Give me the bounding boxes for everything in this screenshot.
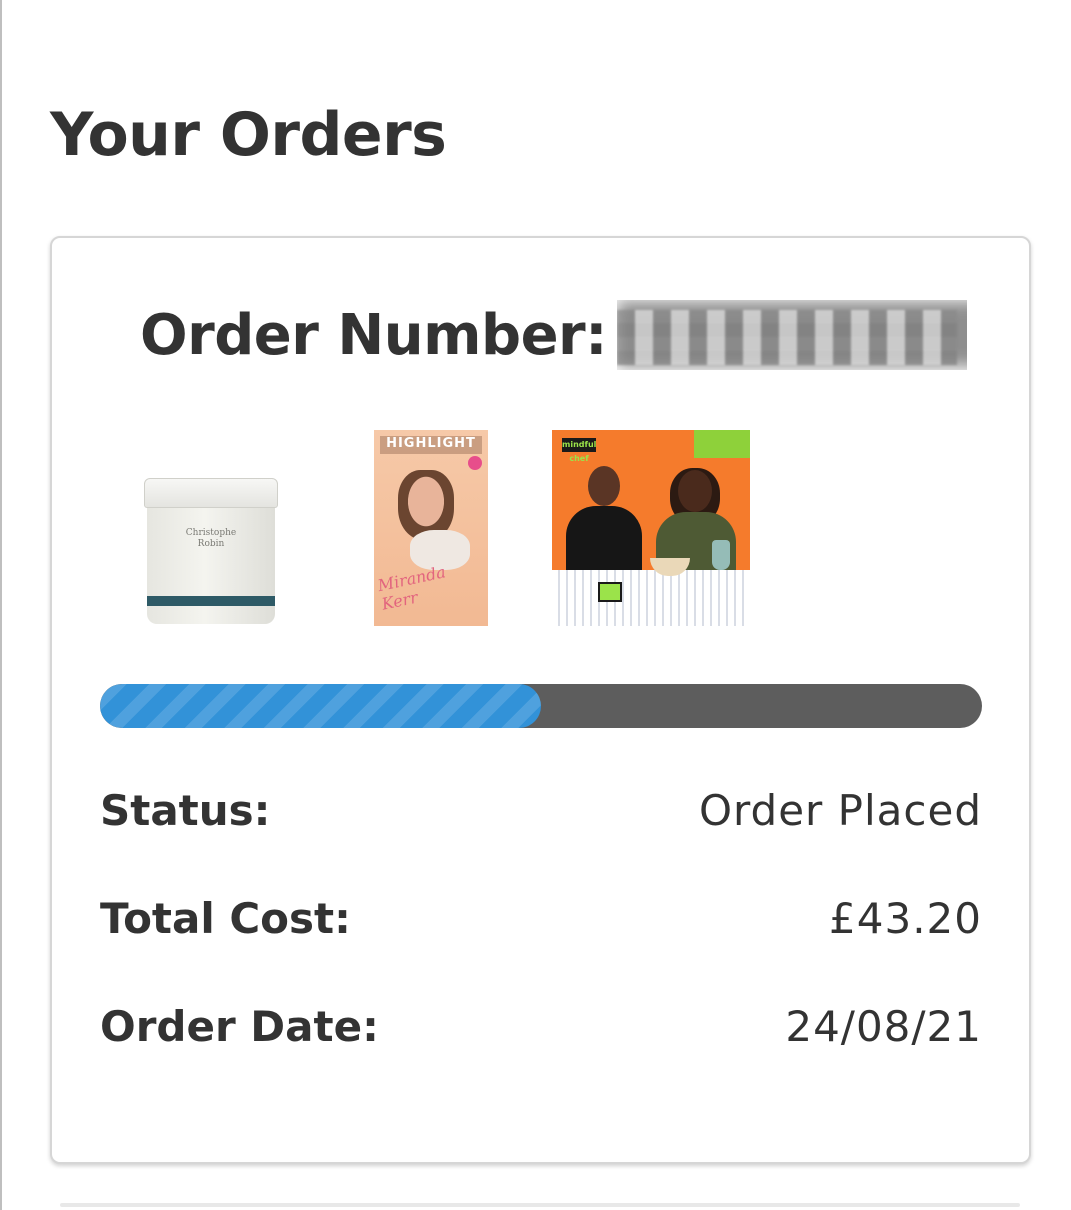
- magazine-masthead: HIGHLIGHT: [380, 436, 482, 454]
- jar-band: [147, 596, 275, 606]
- left-edge-rule: [0, 0, 2, 1210]
- photo-person-left: [566, 466, 642, 576]
- page-title: Your Orders: [50, 100, 447, 170]
- magazine-badge: [468, 456, 482, 470]
- magazine-cover-product-image[interactable]: HIGHLIGHT Miranda Kerr: [374, 430, 488, 626]
- total-cost-row: Total Cost: £43.20: [100, 890, 982, 946]
- meal-kit-photo-product-image[interactable]: mindful chef: [552, 430, 750, 626]
- photo-tablecloth: [552, 570, 750, 626]
- order-card[interactable]: Order Number: ██████████ Christophe Robi…: [50, 236, 1031, 1164]
- order-number-value-redacted: ██████████: [617, 300, 967, 370]
- next-card-edge: [60, 1203, 1020, 1207]
- pixelation-overlay: [617, 310, 958, 365]
- status-value: Order Placed: [698, 785, 982, 835]
- total-cost-value: £43.20: [829, 893, 982, 943]
- jar-lid: [144, 478, 278, 508]
- photo-box: [598, 582, 622, 602]
- order-progress-fill: [100, 684, 541, 728]
- meal-kit-logo: mindful chef: [562, 438, 597, 463]
- order-progress-bar: [100, 684, 982, 728]
- jar-label-text: Christophe Robin: [185, 528, 237, 549]
- cream-jar-product-image[interactable]: Christophe Robin: [144, 478, 278, 626]
- status-label: Status:: [100, 785, 271, 835]
- order-date-label: Order Date:: [100, 1001, 379, 1051]
- order-date-row: Order Date: 24/08/21: [100, 998, 982, 1054]
- total-cost-label: Total Cost:: [100, 893, 351, 943]
- order-date-value: 24/08/21: [785, 1001, 982, 1051]
- order-number-label: Order Number:: [140, 302, 608, 368]
- photo-glass: [712, 540, 730, 570]
- order-number: Order Number: ██████████: [140, 300, 967, 370]
- photo-promo-tag: [694, 430, 750, 458]
- status-row: Status: Order Placed: [100, 782, 982, 838]
